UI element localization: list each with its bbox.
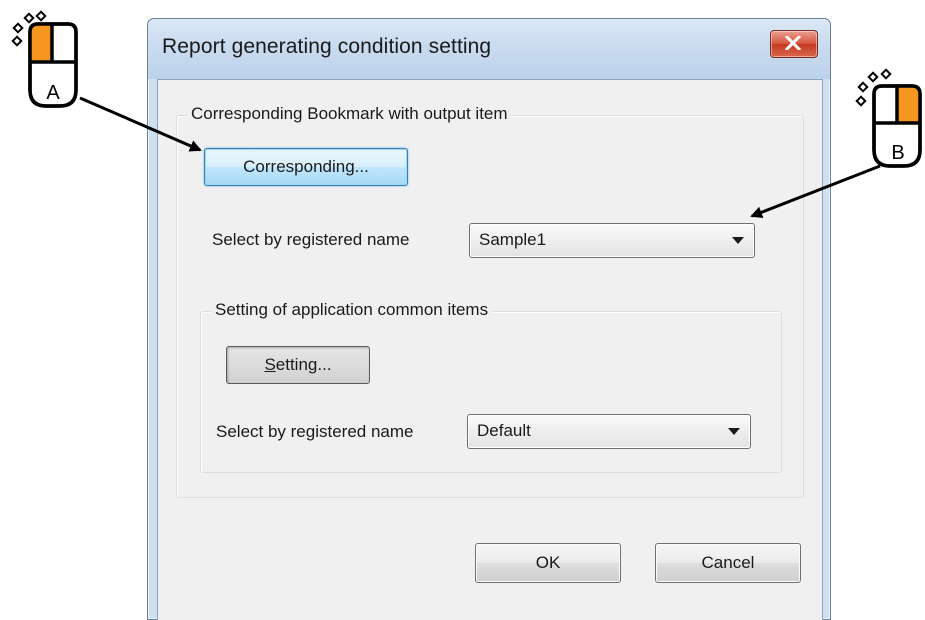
mouse-left-click-icon: A [11, 10, 78, 108]
mouse-right-click-icon: B [855, 68, 922, 168]
callout-a-arrow [79, 96, 202, 152]
svg-text:A: A [46, 82, 60, 104]
callout-arrows [79, 96, 881, 218]
svg-text:B: B [891, 142, 904, 164]
